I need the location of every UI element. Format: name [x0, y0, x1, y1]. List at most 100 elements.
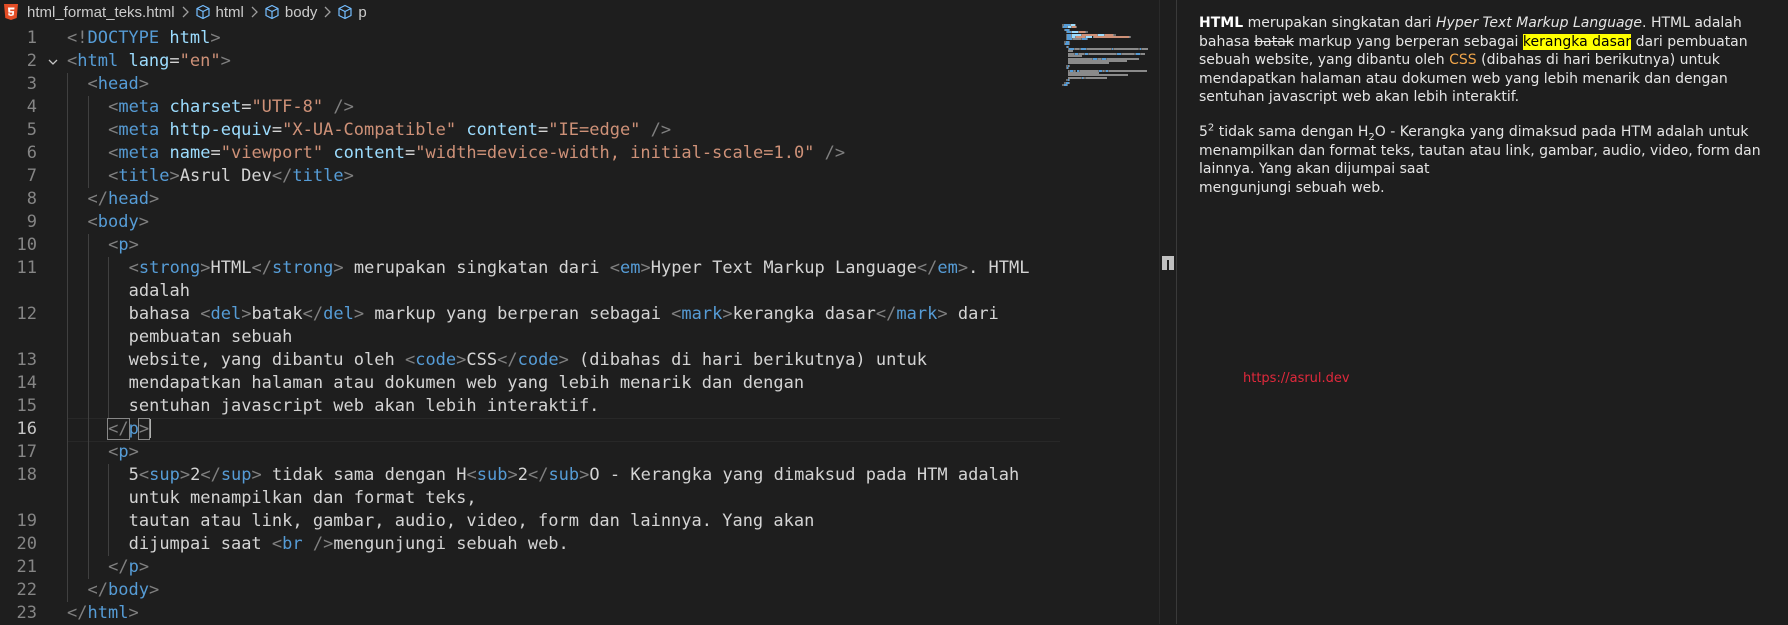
- code-line[interactable]: 11 <strong>HTML</strong> merupakan singka…: [0, 257, 1060, 280]
- breadcrumb-item-html[interactable]: html: [195, 4, 244, 21]
- code-line[interactable]: 8 </head>: [0, 188, 1060, 211]
- line-number: 1: [26, 28, 37, 48]
- current-line-highlight: [67, 418, 1060, 442]
- code-token: CSS: [466, 350, 498, 370]
- code-line[interactable]: 13 website, yang dibantu oleh <code>CSS</…: [0, 349, 1060, 372]
- code-token: sup: [149, 465, 180, 485]
- fold-gutter: [37, 533, 67, 556]
- fold-gutter: [37, 234, 67, 257]
- code-token: 2: [517, 465, 528, 485]
- code-token: </: [916, 258, 938, 278]
- preview-link[interactable]: https://asrul.dev: [1243, 370, 1350, 389]
- vertical-scrollbar[interactable]: [1159, 0, 1174, 624]
- indent-guide: [67, 211, 68, 234]
- code-line[interactable]: 4 <meta charset="UTF-8" />: [0, 96, 1060, 119]
- code-token: >: [148, 189, 160, 209]
- line-number: [0, 326, 37, 349]
- indent-guide: [67, 510, 68, 533]
- code-token: <: [404, 350, 416, 370]
- minimap[interactable]: [1062, 24, 1166, 86]
- fold-gutter: [37, 303, 67, 326]
- code-line[interactable]: 21 </p>: [0, 556, 1060, 579]
- code-line[interactable]: 19 tautan atau link, gambar, audio, video…: [0, 510, 1060, 533]
- html5-icon: [4, 4, 18, 20]
- code-line[interactable]: 10 <p>: [0, 234, 1060, 257]
- code-token: bahasa: [128, 304, 201, 324]
- indent-guide: [67, 556, 68, 579]
- code-line[interactable]: 5 <meta http-equiv="X-UA-Compatible" cont…: [0, 119, 1060, 142]
- code-token: >: [128, 442, 139, 462]
- code-line[interactable]: 12 bahasa <del>batak</del> markup yang be…: [0, 303, 1060, 326]
- indent-guide: [87, 257, 89, 280]
- code-editor[interactable]: html_format_teks.html html body p 1 <!DO…: [0, 0, 1176, 624]
- fold-gutter: [37, 142, 67, 165]
- code-line[interactable]: 6 <meta name="viewport" content="width=de…: [0, 142, 1060, 165]
- code-line[interactable]: 20 dijumpai saat <br />mengunjungi sebuah…: [0, 533, 1060, 556]
- code-line[interactable]: pembuatan sebuah: [0, 326, 1060, 349]
- fold-gutter: [37, 349, 67, 372]
- code-line[interactable]: 7 <title>Asrul Dev</title>: [0, 165, 1060, 188]
- code-line[interactable]: untuk menampilkan dan format teks,: [0, 487, 1060, 510]
- minimap-token: [1087, 48, 1111, 50]
- code-token: <: [87, 212, 98, 232]
- scrollbar-position-marker: [1162, 256, 1174, 270]
- code-line-text: <meta name="viewport" content="width=dev…: [67, 142, 845, 165]
- code-token: strong: [138, 258, 201, 278]
- code-line[interactable]: 3 <head>: [0, 73, 1060, 96]
- line-number: 9: [26, 212, 37, 232]
- minimap-token: [1089, 52, 1116, 55]
- code-token: <: [108, 166, 119, 186]
- code-line[interactable]: 17 <p>: [0, 441, 1060, 464]
- preview-code: CSS: [1449, 52, 1477, 68]
- code-token: lang: [128, 51, 170, 71]
- code-line[interactable]: 1 <!DOCTYPE html>: [0, 27, 1060, 50]
- fold-chevron-icon[interactable]: [37, 50, 67, 73]
- code-line[interactable]: adalah: [0, 280, 1060, 303]
- code-line[interactable]: 16 </p>: [0, 418, 1060, 442]
- code-line-text: <meta http-equiv="X-UA-Compatible" conte…: [67, 119, 671, 142]
- fold-gutter: [37, 556, 67, 579]
- code-token: >: [148, 580, 160, 600]
- code-line[interactable]: 23 </html>: [0, 602, 1060, 625]
- code-token: />: [650, 120, 672, 140]
- code-line[interactable]: 18 5<sup>2</sup> tidak sama dengan H<sub>…: [0, 464, 1060, 487]
- preview-mark: kerangka dasar: [1522, 33, 1632, 50]
- indent-guide: [87, 418, 89, 441]
- indent-guide: [108, 533, 110, 556]
- line-number: 12: [16, 304, 37, 324]
- breadcrumb-file[interactable]: html_format_teks.html: [0, 4, 175, 21]
- code-token: batak: [251, 304, 303, 324]
- code-token: </: [200, 465, 221, 485]
- code-line-text: <!DOCTYPE html>: [67, 27, 221, 50]
- line-number: 19: [16, 511, 37, 531]
- code-token: =: [210, 143, 221, 163]
- code-token: "width=device-width, initial-scale=1.0": [415, 143, 815, 163]
- code-lines[interactable]: 1 <!DOCTYPE html> 2 <html lang="en"> 3 <head>…: [0, 27, 1060, 625]
- indent-guide: [67, 464, 68, 487]
- code-line[interactable]: 2 <html lang="en">: [0, 50, 1060, 73]
- fold-gutter: [37, 119, 67, 142]
- code-token: merupakan singkatan dari: [343, 258, 610, 278]
- code-token: br: [282, 534, 303, 554]
- fold-gutter: [37, 372, 67, 395]
- code-line-text: dijumpai saat <br />mengunjungi sebuah w…: [67, 533, 569, 556]
- code-line[interactable]: 15 sentuhan javascript web akan lebih int…: [0, 395, 1060, 418]
- indent-guide: [87, 142, 89, 165]
- code-token: untuk menampilkan dan format teks,: [128, 488, 477, 508]
- code-line[interactable]: 22 </body>: [0, 579, 1060, 602]
- indent-guide: [87, 510, 89, 533]
- line-number: 8: [26, 189, 37, 209]
- code-token: >: [169, 166, 180, 186]
- code-token: <: [671, 304, 682, 324]
- code-line[interactable]: 14 mendapatkan halaman atau dokumen web y…: [0, 372, 1060, 395]
- breadcrumb-item-body[interactable]: body: [264, 4, 317, 21]
- code-line[interactable]: 9 <body>: [0, 211, 1060, 234]
- code-token: del: [210, 304, 242, 324]
- minimap-token: [1067, 84, 1069, 86]
- code-token: </: [108, 557, 129, 577]
- line-number: [0, 487, 37, 510]
- line-number: 10: [16, 235, 37, 255]
- breadcrumb-item-p[interactable]: p: [337, 4, 367, 21]
- indent-guide: [87, 349, 89, 372]
